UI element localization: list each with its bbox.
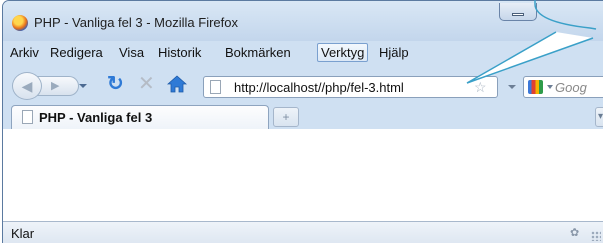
tab-label: PHP - Vanliga fel 3 [39,110,153,125]
firefox-icon [12,15,28,31]
url-text[interactable]: http://localhost//php/fel-3.html [234,80,404,95]
forward-arrow-icon: ▶ [51,80,60,92]
forward-button[interactable]: ▶ [37,76,79,96]
window-title: PHP - Vanliga fel 3 - Mozilla Firefox [34,15,238,30]
tab-php-vanliga-fel-3[interactable]: PHP - Vanliga fel 3 [11,105,269,130]
title-bar: PHP - Vanliga fel 3 - Mozilla Firefox [3,1,603,41]
browser-window: PHP - Vanliga fel 3 - Mozilla Firefox Ar… [2,0,603,243]
resize-grip-icon[interactable] [591,231,601,241]
minimize-button[interactable] [499,3,537,21]
back-button[interactable]: ◀ [12,72,42,100]
menu-arkiv[interactable]: Arkiv [10,45,39,60]
status-text: Klar [11,226,35,241]
status-bar: Klar ✿ [3,221,603,243]
search-input[interactable]: Goog [555,80,587,95]
menu-visa[interactable]: Visa [119,45,144,60]
menu-redigera[interactable]: Redigera [50,45,103,60]
history-dropdown-icon[interactable] [79,84,87,88]
menu-bokmarken[interactable]: Bokmärken [225,45,291,60]
url-dropdown-icon[interactable] [508,85,516,89]
menu-historik[interactable]: Historik [158,45,201,60]
back-arrow-icon: ◀ [21,78,33,94]
reload-icon[interactable]: ↻ [107,74,124,94]
minimize-icon [512,13,524,16]
menu-hjalp[interactable]: Hjälp [379,45,409,60]
google-icon[interactable] [528,80,543,94]
page-icon [210,80,221,94]
menu-bar: Arkiv Redigera Visa Historik Bokmärken V… [3,41,603,65]
page-content[interactable] [3,129,603,221]
home-icon[interactable] [167,75,187,93]
url-bar[interactable]: http://localhost//php/fel-3.html ☆ [203,76,498,98]
search-bar[interactable]: Goog [523,76,603,98]
page-icon [22,110,33,124]
stop-icon[interactable]: ✕ [138,74,155,94]
tab-list-dropdown-icon[interactable]: ▾ [595,107,603,127]
new-tab-button[interactable]: + [273,107,299,127]
menu-verktyg[interactable]: Verktyg [317,43,369,62]
addon-icon[interactable]: ✿ [570,227,582,239]
star-icon[interactable]: ☆ [474,79,487,96]
search-engine-dropdown-icon[interactable] [547,85,553,89]
tab-bar: PHP - Vanliga fel 3 + ▾ [3,103,603,130]
navigation-toolbar: ▶ ◀ ↻ ✕ http://localhost//php/fel-3.html… [3,65,603,103]
